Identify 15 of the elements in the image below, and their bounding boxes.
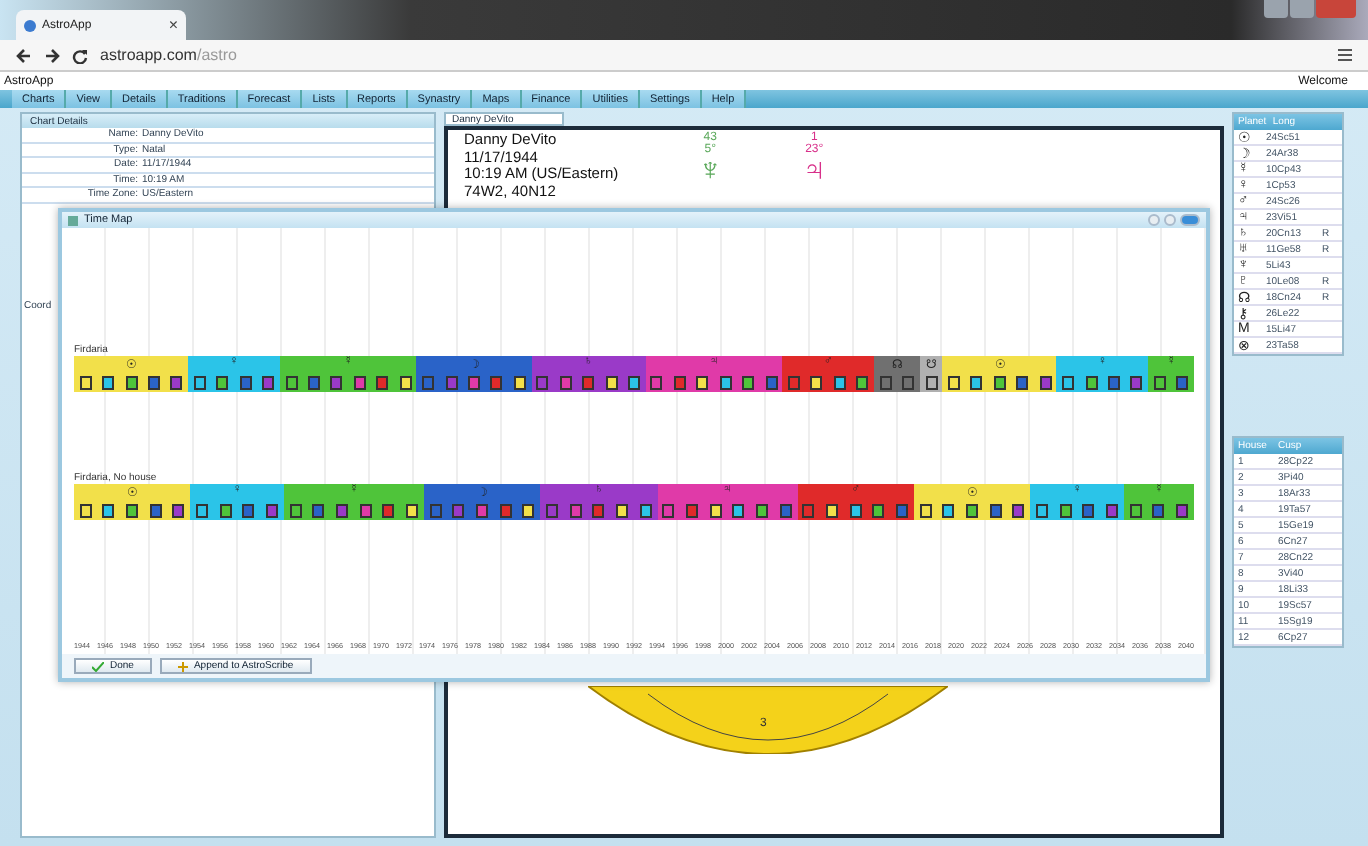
- planet-glyph: ♆: [698, 156, 723, 188]
- address-field[interactable]: astroapp.com/astro: [100, 46, 237, 64]
- plus-icon: [177, 661, 188, 671]
- close-button[interactable]: [1180, 214, 1200, 226]
- back-icon[interactable]: [16, 47, 32, 63]
- help-button[interactable]: [1148, 214, 1160, 226]
- reload-icon[interactable]: [72, 47, 88, 63]
- planet-glyph: ♃: [802, 156, 827, 188]
- window-icon: [68, 215, 78, 225]
- minimize-button[interactable]: [1164, 214, 1176, 226]
- close-tab-button[interactable]: ×: [168, 16, 178, 34]
- menu-icon[interactable]: [1338, 48, 1352, 62]
- forward-icon[interactable]: [44, 47, 60, 63]
- check-icon: [92, 661, 104, 671]
- site-icon: [24, 19, 36, 31]
